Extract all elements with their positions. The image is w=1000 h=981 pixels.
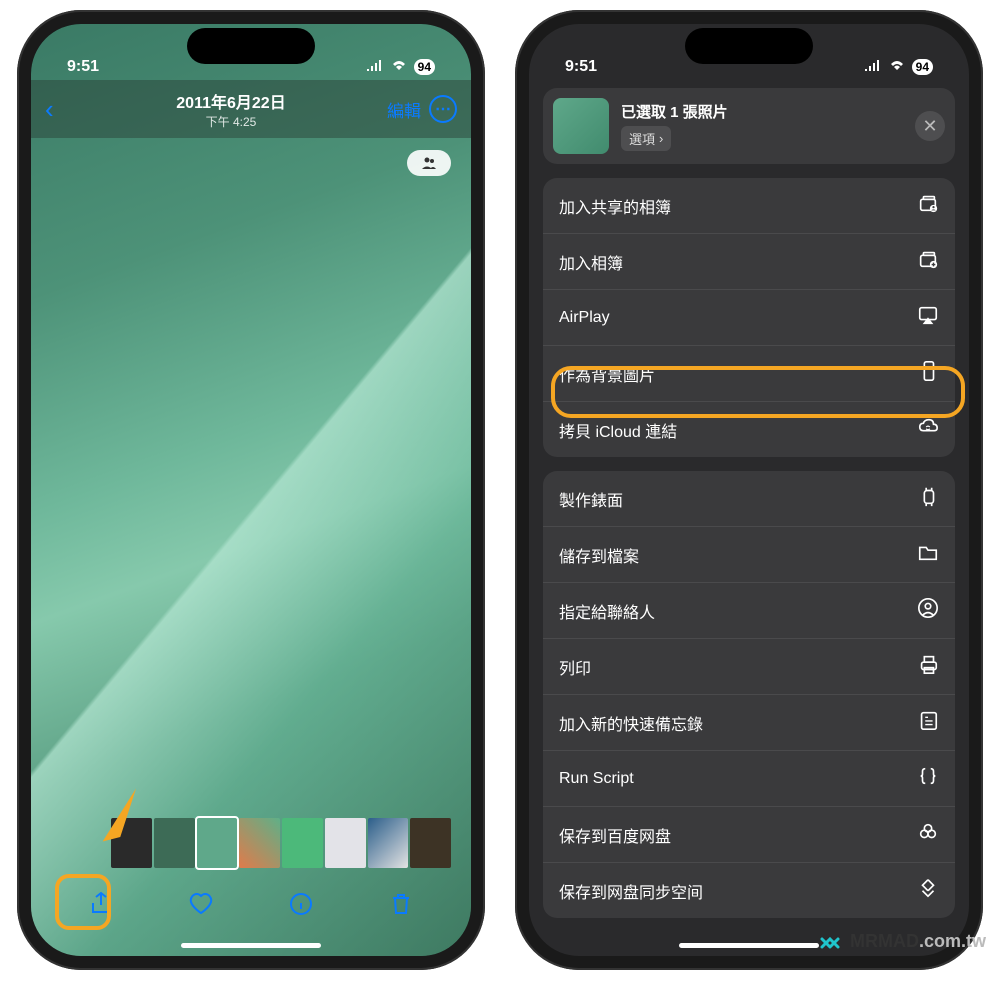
share-menu-group-2: 製作錶面儲存到檔案指定給聯絡人列印加入新的快速備忘錄 Run Script 保存到百… bbox=[543, 471, 955, 918]
signal-icon bbox=[366, 58, 384, 76]
info-icon[interactable] bbox=[288, 891, 314, 922]
menu-item-label: 拷貝 iCloud 連結 bbox=[559, 418, 677, 442]
album-shared-icon bbox=[917, 192, 939, 219]
contact-icon bbox=[917, 597, 939, 624]
sync-icon bbox=[917, 877, 939, 904]
close-button[interactable]: ✕ bbox=[915, 111, 945, 141]
menu-item-label: 指定給聯絡人 bbox=[559, 599, 655, 623]
menu-item-label: Run Script bbox=[559, 770, 634, 788]
thumbnail[interactable] bbox=[410, 818, 451, 868]
tutorial-arrow bbox=[86, 783, 152, 863]
menu-item-label: 列印 bbox=[559, 655, 591, 679]
menu-item-label: 加入共享的相簿 bbox=[559, 194, 671, 218]
highlight-share-button bbox=[55, 874, 111, 930]
photo-date-title[interactable]: 2011年6月22日 下午 4:25 bbox=[75, 89, 387, 130]
share-menu-item[interactable]: Run Script bbox=[543, 751, 955, 807]
share-menu-item[interactable]: 保存到百度网盘 bbox=[543, 807, 955, 863]
airplay-icon bbox=[917, 304, 939, 331]
home-indicator[interactable] bbox=[181, 943, 321, 948]
share-sheet-header: 已選取 1 張照片 選項› ✕ bbox=[543, 88, 955, 164]
watermark: MRMAD.com.tw bbox=[816, 929, 986, 953]
highlight-wallpaper-option bbox=[551, 366, 965, 418]
share-menu-item[interactable]: 製作錶面 bbox=[543, 471, 955, 527]
album-add-icon bbox=[917, 248, 939, 275]
signal-icon bbox=[864, 58, 882, 76]
phone-left: 9:51 94 ‹ 2011年6月22日 下午 4:25 編輯 ⋯ bbox=[17, 10, 485, 970]
battery-indicator: 94 bbox=[912, 59, 933, 75]
share-menu-item[interactable]: 加入相簿 bbox=[543, 234, 955, 290]
share-menu-item[interactable]: 儲存到檔案 bbox=[543, 527, 955, 583]
dynamic-island bbox=[685, 28, 813, 64]
status-time: 9:51 bbox=[565, 58, 597, 76]
share-menu-item[interactable]: 列印 bbox=[543, 639, 955, 695]
selection-count: 已選取 1 張照片 bbox=[621, 101, 903, 122]
menu-item-label: 加入相簿 bbox=[559, 250, 623, 274]
thumbnail[interactable] bbox=[282, 818, 323, 868]
menu-item-label: AirPlay bbox=[559, 309, 610, 327]
share-thumbnail bbox=[553, 98, 609, 154]
print-icon bbox=[917, 653, 939, 680]
options-button[interactable]: 選項› bbox=[621, 126, 671, 151]
thumbnail[interactable] bbox=[239, 818, 280, 868]
thumbnail[interactable] bbox=[368, 818, 409, 868]
share-menu-item[interactable]: 加入新的快速備忘錄 bbox=[543, 695, 955, 751]
icloud-link-icon bbox=[917, 416, 939, 443]
photo-header: ‹ 2011年6月22日 下午 4:25 編輯 ⋯ bbox=[31, 80, 471, 138]
wifi-icon bbox=[390, 58, 408, 76]
people-badge[interactable] bbox=[407, 150, 451, 176]
screen-left: 9:51 94 ‹ 2011年6月22日 下午 4:25 編輯 ⋯ bbox=[31, 24, 471, 956]
photo-thumbnail-strip[interactable] bbox=[111, 818, 451, 868]
folder-icon bbox=[917, 541, 939, 568]
share-menu-item[interactable]: AirPlay bbox=[543, 290, 955, 346]
phone-right: 9:51 94 已選取 1 張照片 選項› ✕ 加入共享的相簿加入相簿 AirPl… bbox=[515, 10, 983, 970]
edit-button[interactable]: 編輯 bbox=[387, 97, 421, 122]
favorite-icon[interactable] bbox=[188, 891, 214, 922]
menu-item-label: 儲存到檔案 bbox=[559, 543, 639, 567]
more-button[interactable]: ⋯ bbox=[429, 95, 457, 123]
thumbnail[interactable] bbox=[325, 818, 366, 868]
back-button[interactable]: ‹ bbox=[45, 94, 75, 125]
wifi-icon bbox=[888, 58, 906, 76]
braces-icon bbox=[917, 765, 939, 792]
thumbnail[interactable] bbox=[154, 818, 195, 868]
share-menu-item[interactable]: 指定給聯絡人 bbox=[543, 583, 955, 639]
menu-item-label: 保存到网盘同步空间 bbox=[559, 879, 703, 903]
home-indicator[interactable] bbox=[679, 943, 819, 948]
share-menu-item[interactable]: 加入共享的相簿 bbox=[543, 178, 955, 234]
trash-icon[interactable] bbox=[388, 891, 414, 922]
share-menu-item[interactable]: 保存到网盘同步空间 bbox=[543, 863, 955, 918]
battery-indicator: 94 bbox=[414, 59, 435, 75]
dynamic-island bbox=[187, 28, 315, 64]
thumbnail[interactable] bbox=[197, 818, 238, 868]
note-icon bbox=[917, 709, 939, 736]
menu-item-label: 製作錶面 bbox=[559, 487, 623, 511]
status-time: 9:51 bbox=[67, 58, 99, 76]
watch-icon bbox=[917, 485, 939, 512]
menu-item-label: 加入新的快速備忘錄 bbox=[559, 711, 703, 735]
menu-item-label: 保存到百度网盘 bbox=[559, 823, 671, 847]
screen-right: 9:51 94 已選取 1 張照片 選項› ✕ 加入共享的相簿加入相簿 AirPl… bbox=[529, 24, 969, 956]
cloud3-icon bbox=[917, 821, 939, 848]
